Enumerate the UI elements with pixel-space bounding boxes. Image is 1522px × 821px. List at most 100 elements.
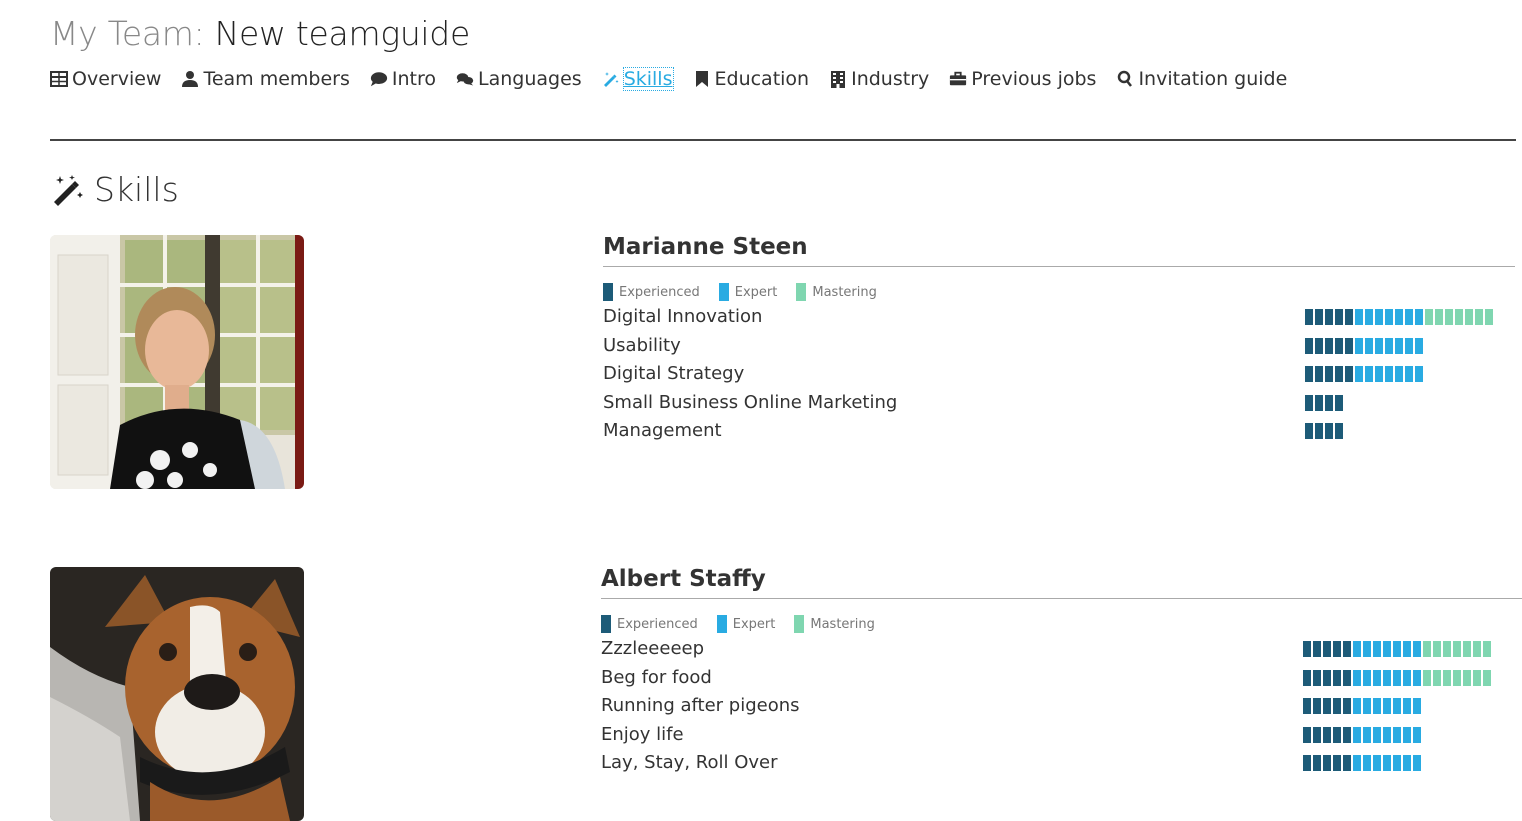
skill-name: Lay, Stay, Roll Over — [601, 752, 778, 773]
skill-level-block — [1333, 698, 1341, 714]
skill-level-block — [1403, 669, 1411, 686]
skill-level-block — [1373, 698, 1381, 714]
section-nav: Overview Team members Intro Languages Skills… — [50, 67, 1307, 91]
skill-level-bar — [1303, 755, 1423, 771]
skill-name: Beg for food — [601, 666, 712, 688]
skill-level-block — [1453, 669, 1461, 686]
skill-level-block — [1413, 755, 1421, 771]
skill-level-block — [1393, 669, 1401, 686]
nav-tab-label: Industry — [851, 68, 930, 90]
comment-icon — [370, 70, 388, 88]
skill-level-block — [1315, 337, 1323, 354]
table-icon — [50, 70, 68, 88]
skill-level-block — [1303, 755, 1311, 771]
nav-tab-languages[interactable]: Languages — [456, 68, 582, 90]
comments-icon — [456, 70, 474, 88]
skill-level-block — [1405, 337, 1413, 354]
skill-level-block — [1413, 698, 1421, 714]
skill-list: Zzzleeeeep Beg for food Running after pige… — [601, 635, 1522, 778]
member-name: Marianne Steen — [603, 234, 1515, 267]
skill-level-block — [1345, 366, 1353, 382]
skill-level-block — [1325, 366, 1333, 382]
skill-level-block — [1383, 755, 1391, 771]
skill-level-block — [1313, 755, 1321, 771]
skill-level-block — [1325, 394, 1333, 411]
skill-level-block — [1415, 366, 1423, 382]
nav-tab-label: Invitation guide — [1138, 68, 1288, 90]
skill-level-block — [1383, 669, 1391, 686]
skill-name: Small Business Online Marketing — [603, 391, 898, 413]
skill-row: Digital Innovation — [603, 303, 1515, 332]
skill-level-block — [1305, 366, 1313, 382]
skill-level-block — [1363, 641, 1371, 657]
nav-tab-education[interactable]: Education — [693, 68, 810, 90]
skill-name: Usability — [603, 334, 681, 356]
skill-row: Management — [603, 417, 1515, 446]
legend-swatch — [794, 615, 805, 633]
section-title: Skills — [94, 170, 179, 209]
user-icon — [181, 70, 199, 88]
skill-level-block — [1365, 366, 1373, 382]
skill-level-block — [1325, 337, 1333, 354]
skill-level-block — [1353, 698, 1361, 714]
skill-level-block — [1343, 755, 1351, 771]
skill-level-block — [1453, 641, 1461, 657]
legend-label: Mastering — [810, 616, 875, 632]
skill-level-block — [1465, 309, 1473, 325]
skill-level-block — [1433, 669, 1441, 686]
skill-level-block — [1375, 366, 1383, 382]
skill-level-block — [1405, 309, 1413, 325]
skill-level-block — [1345, 337, 1353, 354]
skill-level-bar — [1305, 309, 1495, 325]
nav-tab-invitation-guide[interactable]: Invitation guide — [1116, 68, 1287, 90]
skill-level-block — [1483, 641, 1491, 657]
nav-tab-label: Languages — [478, 68, 582, 90]
nav-tab-overview[interactable]: Overview — [50, 68, 161, 90]
skill-level-block — [1373, 755, 1381, 771]
skill-row: Enjoy life — [601, 721, 1522, 750]
skill-level-block — [1373, 641, 1381, 657]
skill-level-block — [1395, 309, 1403, 325]
legend-item: Expert — [716, 615, 776, 633]
skill-level-block — [1463, 669, 1471, 686]
nav-tab-previous-jobs[interactable]: Previous jobs — [949, 68, 1096, 90]
skill-level-block — [1353, 641, 1361, 657]
skill-level-block — [1305, 423, 1313, 439]
nav-tab-label: Team members — [203, 68, 350, 90]
skill-level-block — [1395, 337, 1403, 354]
nav-tab-intro[interactable]: Intro — [370, 68, 436, 90]
skill-level-block — [1383, 726, 1391, 743]
nav-tab-team-members[interactable]: Team members — [181, 68, 350, 90]
legend-item: Mastering — [796, 283, 877, 301]
skill-level-block — [1403, 726, 1411, 743]
skill-level-block — [1303, 669, 1311, 686]
skill-row: Usability — [603, 332, 1515, 361]
skill-level-block — [1363, 755, 1371, 771]
skill-level-block — [1335, 309, 1343, 325]
skill-level-block — [1413, 726, 1421, 743]
nav-tab-label: Education — [714, 68, 810, 90]
skill-level-block — [1355, 337, 1363, 354]
skill-level-block — [1323, 726, 1331, 743]
skill-level-block — [1403, 755, 1411, 771]
legend-label: Mastering — [812, 284, 877, 300]
skill-level-block — [1485, 309, 1493, 325]
skill-name: Zzzleeeeep — [601, 638, 705, 659]
legend-label: Expert — [732, 616, 776, 632]
skill-level-block — [1433, 641, 1441, 657]
skill-legend: Experienced Expert Mastering — [603, 283, 1515, 301]
skill-level-block — [1403, 698, 1411, 714]
legend-swatch — [716, 615, 727, 633]
skill-level-block — [1423, 641, 1431, 657]
skill-level-block — [1443, 669, 1451, 686]
skill-level-block — [1385, 337, 1393, 354]
skill-level-block — [1333, 755, 1341, 771]
nav-tab-industry[interactable]: Industry — [829, 68, 929, 90]
skill-row: Running after pigeons — [601, 692, 1522, 721]
skill-name: Running after pigeons — [601, 695, 800, 716]
skill-level-block — [1303, 698, 1311, 714]
nav-tab-label: Skills — [622, 67, 674, 91]
nav-tab-skills[interactable]: Skills — [602, 67, 674, 91]
skill-level-block — [1393, 641, 1401, 657]
skill-level-block — [1415, 309, 1423, 325]
